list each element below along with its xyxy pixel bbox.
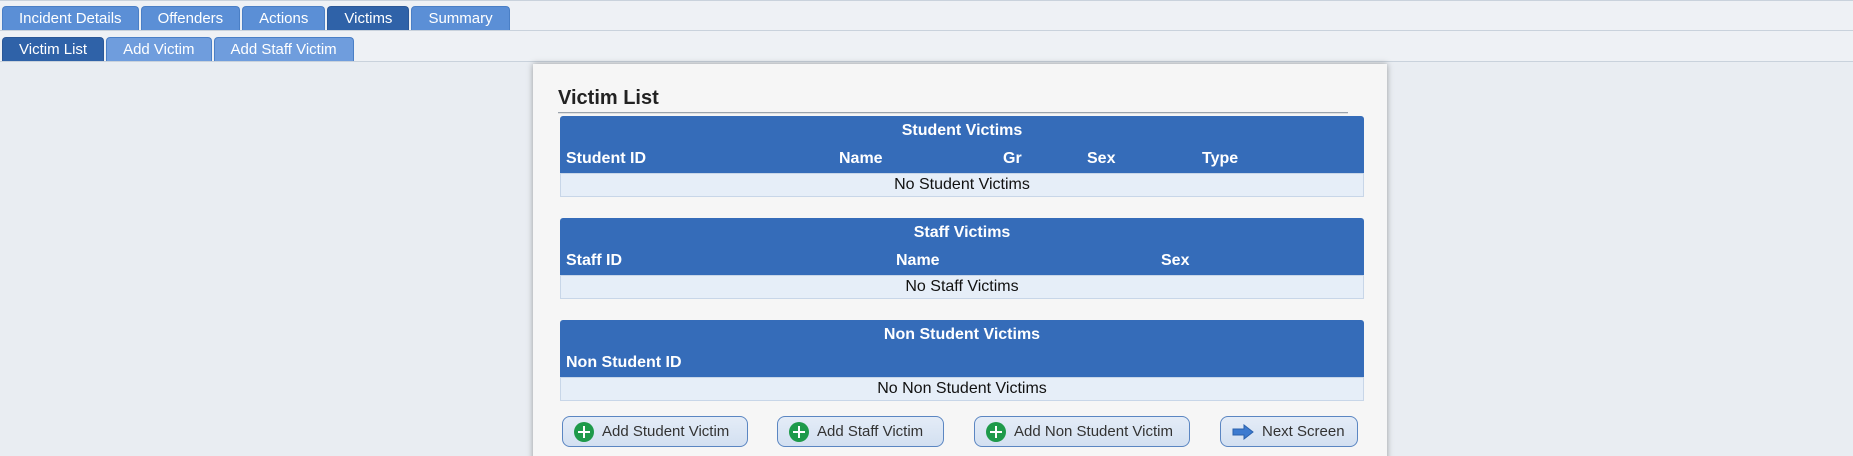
tab-victims[interactable]: Victims bbox=[327, 6, 410, 30]
main-tab-bar: Incident Details Offenders Actions Victi… bbox=[0, 0, 1853, 31]
column-student-id: Student ID bbox=[566, 150, 646, 167]
tab-incident-details[interactable]: Incident Details bbox=[2, 6, 139, 30]
add-non-student-victim-button[interactable]: Add Non Student Victim bbox=[974, 416, 1190, 447]
non-student-victims-header: Non Student ID bbox=[560, 349, 1364, 377]
column-sex: Sex bbox=[1087, 150, 1116, 167]
victim-list-panel: Victim List Student Victims Student ID N… bbox=[533, 64, 1387, 456]
arrow-right-icon bbox=[1232, 423, 1254, 440]
staff-victims-caption: Staff Victims bbox=[560, 218, 1364, 247]
column-name: Name bbox=[839, 150, 883, 167]
add-circle-icon bbox=[789, 421, 809, 442]
student-victims-empty-row: No Student Victims bbox=[560, 173, 1364, 197]
staff-victims-empty-row: No Staff Victims bbox=[560, 275, 1364, 299]
subtab-victim-list[interactable]: Victim List bbox=[2, 37, 105, 61]
subtab-add-victim[interactable]: Add Victim bbox=[106, 37, 212, 61]
add-staff-victim-button[interactable]: Add Staff Victim bbox=[777, 416, 944, 447]
page-title: Victim List bbox=[558, 87, 659, 109]
column-grade: Gr bbox=[1003, 150, 1022, 167]
tab-actions[interactable]: Actions bbox=[242, 6, 326, 30]
student-victims-table: Student Victims Student ID Name Gr Sex T… bbox=[560, 116, 1364, 197]
subtab-add-staff-victim[interactable]: Add Staff Victim bbox=[213, 37, 354, 61]
add-staff-victim-label: Add Staff Victim bbox=[817, 423, 924, 440]
column-sex: Sex bbox=[1161, 252, 1190, 269]
tab-summary[interactable]: Summary bbox=[411, 6, 510, 30]
column-type: Type bbox=[1202, 150, 1239, 167]
sub-tab-bar: Victim List Add Victim Add Staff Victim bbox=[0, 31, 1853, 62]
add-student-victim-label: Add Student Victim bbox=[602, 423, 730, 440]
tab-offenders[interactable]: Offenders bbox=[140, 6, 241, 30]
staff-victims-header: Staff ID Name Sex bbox=[560, 247, 1364, 275]
add-student-victim-button[interactable]: Add Student Victim bbox=[562, 416, 748, 447]
column-staff-id: Staff ID bbox=[566, 252, 622, 269]
next-screen-button[interactable]: Next Screen bbox=[1220, 416, 1358, 447]
student-victims-caption: Student Victims bbox=[560, 116, 1364, 145]
add-non-student-victim-label: Add Non Student Victim bbox=[1014, 423, 1173, 440]
non-student-victims-empty-row: No Non Student Victims bbox=[560, 377, 1364, 401]
non-student-victims-caption: Non Student Victims bbox=[560, 320, 1364, 349]
staff-victims-table: Staff Victims Staff ID Name Sex No Staff… bbox=[560, 218, 1364, 299]
column-name: Name bbox=[896, 252, 940, 269]
column-non-student-id: Non Student ID bbox=[566, 354, 682, 371]
next-screen-label: Next Screen bbox=[1262, 423, 1345, 440]
student-victims-header: Student ID Name Gr Sex Type bbox=[560, 145, 1364, 173]
non-student-victims-table: Non Student Victims Non Student ID No No… bbox=[560, 320, 1364, 401]
title-divider bbox=[558, 112, 1348, 114]
add-circle-icon bbox=[574, 421, 594, 442]
add-circle-icon bbox=[986, 421, 1006, 442]
